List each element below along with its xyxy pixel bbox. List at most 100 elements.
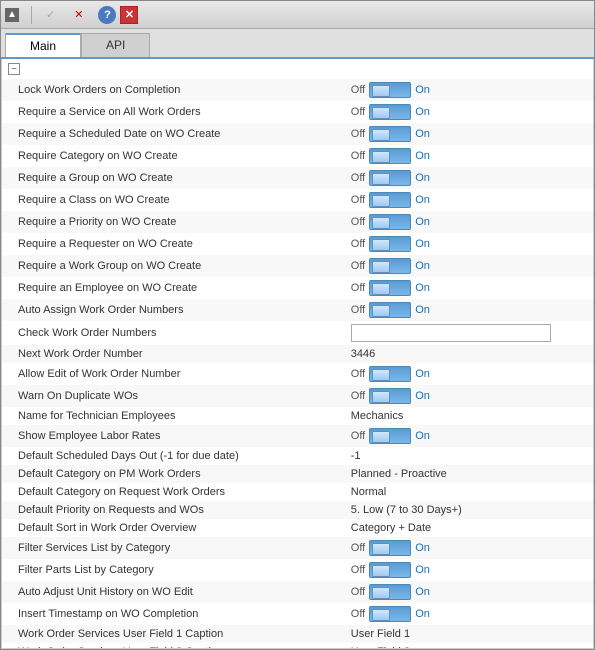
toggle-switch[interactable] [369, 540, 411, 556]
toggle-on-label: On [415, 608, 430, 620]
toggle-on-label: On [415, 260, 430, 272]
row-label: Require a Work Group on WO Create [2, 255, 345, 277]
row-value[interactable]: OffOn [345, 79, 593, 101]
toggle-switch[interactable] [369, 214, 411, 230]
toggle-switch[interactable] [369, 170, 411, 186]
toggle-switch[interactable] [369, 192, 411, 208]
row-label: Default Category on Request Work Orders [2, 483, 345, 501]
table-row: Name for Technician EmployeesMechanics [2, 407, 593, 425]
tab-api[interactable]: API [81, 33, 150, 57]
separator-1 [31, 6, 32, 24]
row-label: Default Priority on Requests and WOs [2, 501, 345, 519]
toggle-container: OffOn [351, 366, 587, 382]
row-value[interactable]: OffOn [345, 101, 593, 123]
toggle-off-label: Off [351, 128, 365, 140]
tabs-bar: Main API [1, 29, 594, 59]
row-value[interactable]: OffOn [345, 211, 593, 233]
toggle-switch[interactable] [369, 428, 411, 444]
table-row: Require an Employee on WO CreateOffOn [2, 277, 593, 299]
row-label: Warn On Duplicate WOs [2, 385, 345, 407]
row-label: Auto Adjust Unit History on WO Edit [2, 581, 345, 603]
table-row: Default Category on PM Work OrdersPlanne… [2, 465, 593, 483]
toggle-switch[interactable] [369, 126, 411, 142]
table-row: Insert Timestamp on WO CompletionOffOn [2, 603, 593, 625]
row-value[interactable]: OffOn [345, 299, 593, 321]
row-value[interactable] [345, 321, 593, 345]
table-row: Default Scheduled Days Out (-1 for due d… [2, 447, 593, 465]
row-value: 3446 [345, 345, 593, 363]
row-value[interactable]: OffOn [345, 145, 593, 167]
save-check-icon: ✓ [46, 8, 55, 21]
row-value[interactable]: OffOn [345, 255, 593, 277]
value-text: Planned - Proactive [351, 468, 447, 480]
toggle-switch[interactable] [369, 584, 411, 600]
toggle-on-label: On [415, 282, 430, 294]
row-value[interactable]: OffOn [345, 189, 593, 211]
toggle-on-label: On [415, 564, 430, 576]
toggle-switch[interactable] [369, 606, 411, 622]
toggle-on-label: On [415, 216, 430, 228]
toggle-container: OffOn [351, 82, 587, 98]
table-row: Require a Requester on WO CreateOffOn [2, 233, 593, 255]
toggle-switch[interactable] [369, 104, 411, 120]
toggle-off-label: Off [351, 390, 365, 402]
toggle-switch[interactable] [369, 302, 411, 318]
row-label: Require a Scheduled Date on WO Create [2, 123, 345, 145]
row-value[interactable]: OffOn [345, 385, 593, 407]
row-value[interactable]: OffOn [345, 425, 593, 447]
toggle-switch[interactable] [369, 280, 411, 296]
table-row: Next Work Order Number3446 [2, 345, 593, 363]
value-text: Mechanics [351, 410, 404, 422]
row-value: User Field 1 [345, 625, 593, 643]
cancel-button[interactable]: ✕ [68, 6, 92, 23]
row-value[interactable]: OffOn [345, 277, 593, 299]
toggle-switch[interactable] [369, 148, 411, 164]
toggle-switch[interactable] [369, 366, 411, 382]
toggle-on-label: On [415, 238, 430, 250]
value-text: -1 [351, 450, 361, 462]
row-value[interactable]: OffOn [345, 603, 593, 625]
table-row: Require Category on WO CreateOffOn [2, 145, 593, 167]
row-value[interactable]: OffOn [345, 363, 593, 385]
row-value[interactable]: OffOn [345, 123, 593, 145]
row-value: 5. Low (7 to 30 Days+) [345, 501, 593, 519]
value-text: Category + Date [351, 522, 431, 534]
toggle-off-label: Off [351, 542, 365, 554]
toggle-container: OffOn [351, 302, 587, 318]
row-value[interactable]: Off On [345, 167, 593, 189]
table-row: Work Order Services User Field 1 Caption… [2, 625, 593, 643]
toggle-container: OffOn [351, 280, 587, 296]
toggle-off-label: Off [351, 84, 365, 96]
toggle-container: OffOn [351, 606, 587, 622]
row-value[interactable]: OffOn [345, 537, 593, 559]
table-row: Require a Work Group on WO CreateOffOn [2, 255, 593, 277]
toggle-on-label: On [415, 172, 430, 184]
close-button[interactable]: ✕ [120, 6, 138, 24]
text-input[interactable] [351, 324, 551, 342]
toggle-switch[interactable] [369, 82, 411, 98]
toggle-switch[interactable] [369, 388, 411, 404]
row-value[interactable]: OffOn [345, 559, 593, 581]
toggle-on-label: On [415, 150, 430, 162]
toggle-off-label: Off [351, 368, 365, 380]
row-label: Require Category on WO Create [2, 145, 345, 167]
value-text: 5. Low (7 to 30 Days+) [351, 504, 462, 516]
table-row: Warn On Duplicate WOsOffOn [2, 385, 593, 407]
toggle-off-label: Off [351, 304, 365, 316]
toggle-switch[interactable] [369, 258, 411, 274]
row-value: Mechanics [345, 407, 593, 425]
row-label: Filter Parts List by Category [2, 559, 345, 581]
toggle-on-label: On [415, 430, 430, 442]
row-value[interactable]: OffOn [345, 233, 593, 255]
save-button[interactable]: ✓ [40, 6, 64, 23]
toggle-switch[interactable] [369, 562, 411, 578]
toggle-off-label: Off [351, 172, 365, 184]
table-row: Show Employee Labor RatesOffOn [2, 425, 593, 447]
row-value[interactable]: OffOn [345, 581, 593, 603]
toggle-container: OffOn [351, 562, 587, 578]
section-toggle[interactable]: − [8, 63, 20, 75]
help-button[interactable]: ? [98, 6, 116, 24]
toggle-container: OffOn [351, 214, 587, 230]
tab-main[interactable]: Main [5, 33, 81, 57]
toggle-switch[interactable] [369, 236, 411, 252]
